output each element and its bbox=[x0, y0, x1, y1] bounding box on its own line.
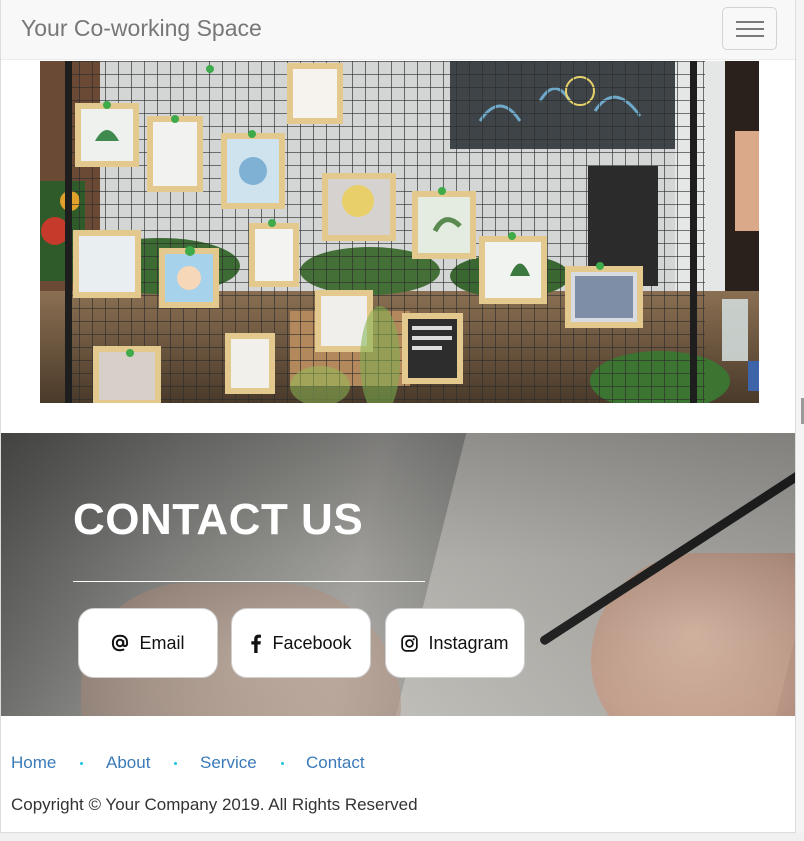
footer-separator-dot bbox=[174, 762, 177, 765]
page-frame: Your Co-working Space CONTACT US Email F… bbox=[0, 0, 796, 833]
footer-separator-dot bbox=[80, 762, 83, 765]
facebook-icon bbox=[250, 634, 262, 653]
footer-link-contact[interactable]: Contact bbox=[306, 753, 365, 773]
contact-title: CONTACT US bbox=[73, 495, 364, 544]
at-sign-icon bbox=[111, 634, 129, 652]
navbar-toggle-button[interactable] bbox=[722, 7, 777, 50]
instagram-button[interactable]: Instagram bbox=[385, 608, 525, 678]
email-button-label: Email bbox=[139, 632, 185, 653]
email-button[interactable]: Email bbox=[78, 608, 218, 678]
navbar: Your Co-working Space bbox=[1, 0, 795, 60]
footer-separator-dot bbox=[281, 762, 284, 765]
footer: Home About Service Contact Copyright © Y… bbox=[1, 716, 795, 832]
footer-link-about[interactable]: About bbox=[106, 753, 150, 773]
contact-section: CONTACT US Email Facebook Instagram bbox=[1, 433, 795, 716]
instagram-icon bbox=[401, 634, 419, 652]
footer-link-service[interactable]: Service bbox=[200, 753, 257, 773]
contact-divider bbox=[73, 581, 425, 582]
hero-image-graphic bbox=[40, 61, 759, 403]
navbar-brand[interactable]: Your Co-working Space bbox=[21, 15, 262, 42]
footer-link-home[interactable]: Home bbox=[11, 753, 56, 773]
window-bottom-edge bbox=[0, 833, 804, 841]
facebook-button[interactable]: Facebook bbox=[231, 608, 371, 678]
hero-image bbox=[40, 61, 759, 403]
instagram-button-label: Instagram bbox=[428, 632, 509, 653]
facebook-button-label: Facebook bbox=[272, 632, 352, 653]
footer-copyright: Copyright © Your Company 2019. All Right… bbox=[11, 795, 418, 814]
